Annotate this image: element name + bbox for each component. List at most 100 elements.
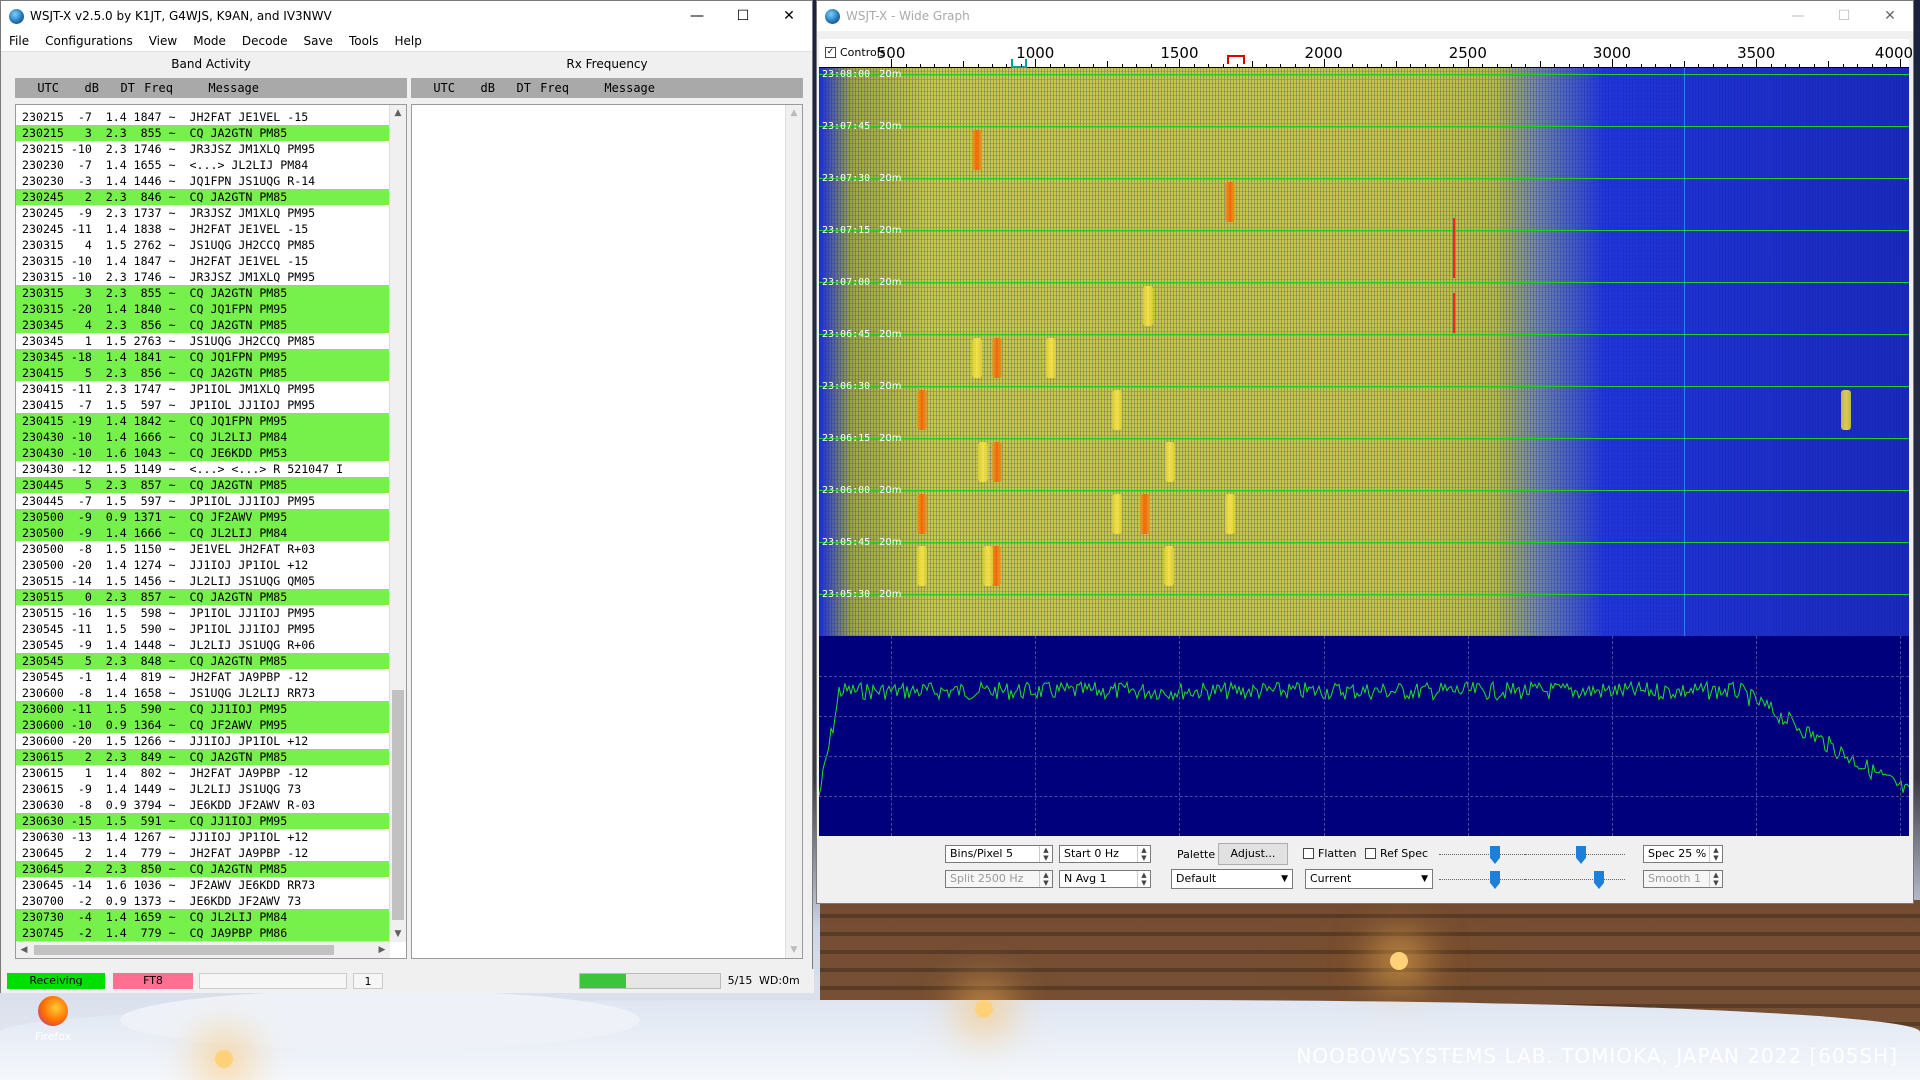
desktop-icon-firefox[interactable]: Firefox	[28, 996, 78, 1043]
decode-row-cq[interactable]: 230500 -9 1.4 1666 ~ CQ JL2LIJ PM84	[16, 525, 394, 541]
decode-row[interactable]: 230600 -20 1.5 1266 ~ JJ1IOJ JP1IOL +12	[16, 733, 394, 749]
rx-frequency-marker[interactable]	[1227, 55, 1245, 64]
menu-mode[interactable]: Mode	[185, 34, 234, 48]
decode-row[interactable]: 230600 -8 1.4 1658 ~ JS1UQG JL2LIJ RR73	[16, 685, 394, 701]
menu-decode[interactable]: Decode	[234, 34, 296, 48]
zero-slider-handle[interactable]	[1576, 846, 1586, 864]
scroll-up-icon[interactable]: ▲	[390, 105, 406, 121]
plot-gain-slider-handle[interactable]	[1490, 871, 1500, 889]
menu-configurations[interactable]: Configurations	[37, 34, 141, 48]
scroll-left-icon[interactable]: ◀	[16, 942, 32, 958]
checkbox-icon[interactable]	[1365, 848, 1376, 859]
rx-frequency-list[interactable]: ▲ ▼	[411, 104, 803, 959]
decode-row-cq[interactable]: 230245 2 2.3 846 ~ CQ JA2GTN PM85	[16, 189, 394, 205]
plot-zero-slider-handle[interactable]	[1594, 871, 1604, 889]
vertical-scrollbar[interactable]: ▲ ▼	[389, 105, 406, 942]
decode-row-cq[interactable]: 230545 5 2.3 848 ~ CQ JA2GTN PM85	[16, 653, 394, 669]
decode-row-cq[interactable]: 230345 4 2.3 856 ~ CQ JA2GTN PM85	[16, 317, 394, 333]
decode-row[interactable]: 230415 -11 2.3 1747 ~ JP1IOL JM1XLQ PM95	[16, 381, 394, 397]
decode-row-cq[interactable]: 230430 -10 1.4 1666 ~ CQ JL2LIJ PM84	[16, 429, 394, 445]
frequency-scale[interactable]: ✓ Controls 500 1000 1500 2000 2500 3000 3500 40…	[819, 39, 1913, 68]
decode-row[interactable]: 230515 -16 1.5 598 ~ JP1IOL JJ1IOJ PM95	[16, 605, 394, 621]
decode-row[interactable]: 230615 1 1.4 802 ~ JH2FAT JA9PBP -12	[16, 765, 394, 781]
decode-row[interactable]: 230230 -7 1.4 1655 ~ <...> JL2LIJ PM84	[16, 157, 394, 173]
decode-row-cq[interactable]: 230600 -11 1.5 590 ~ CQ JJ1IOJ PM95	[16, 701, 394, 717]
decode-row-cq[interactable]: 230315 -20 1.4 1840 ~ CQ JQ1FPN PM95	[16, 301, 394, 317]
decode-row[interactable]: 230230 -3 1.4 1446 ~ JQ1FPN JS1UQG R-14	[16, 173, 394, 189]
decode-row-cq[interactable]: 230445 5 2.3 857 ~ CQ JA2GTN PM85	[16, 477, 394, 493]
scroll-down-icon[interactable]: ▼	[786, 942, 802, 958]
decode-row[interactable]: 230215 -10 2.3 1746 ~ JR3JSZ JM1XLQ PM95	[16, 141, 394, 157]
menu-tools[interactable]: Tools	[341, 34, 387, 48]
close-icon[interactable]: ✕	[1867, 1, 1913, 31]
palette-dropdown[interactable]: Default ▼	[1171, 869, 1293, 889]
zero-slider[interactable]	[1525, 854, 1625, 856]
decode-row[interactable]: 230345 1 1.5 2763 ~ JS1UQG JH2CCQ PM85	[16, 333, 394, 349]
decode-row[interactable]: 230415 -7 1.5 597 ~ JP1IOL JJ1IOJ PM95	[16, 397, 394, 413]
ref-spec-checkbox[interactable]: Ref Spec	[1365, 847, 1428, 860]
decode-row-cq[interactable]: 230615 2 2.3 849 ~ CQ JA2GTN PM85	[16, 749, 394, 765]
scrollbar-thumb[interactable]	[392, 690, 404, 920]
waterfall-display[interactable]: 23:08:00 20m 23:07:45 20m 23:07:30 20m 23:07:1…	[819, 68, 1909, 636]
decode-row-cq[interactable]: 230415 5 2.3 856 ~ CQ JA2GTN PM85	[16, 365, 394, 381]
adjust-button[interactable]: Adjust...	[1218, 843, 1288, 865]
checkbox-icon[interactable]	[1303, 848, 1314, 859]
decode-row[interactable]: 230515 -14 1.5 1456 ~ JL2LIJ JS1UQG QM05	[16, 573, 394, 589]
decode-row-cq[interactable]: 230500 -9 0.9 1371 ~ CQ JF2AWV PM95	[16, 509, 394, 525]
decode-row-cq[interactable]: 230745 -2 1.4 779 ~ CQ JA9PBP PM86	[16, 925, 394, 941]
decode-row-cq[interactable]: 230515 0 2.3 857 ~ CQ JA2GTN PM85	[16, 589, 394, 605]
decode-row[interactable]: 230700 -2 0.9 1373 ~ JE6KDD JF2AWV 73	[16, 893, 394, 909]
decode-row-cq[interactable]: 230215 3 2.3 855 ~ CQ JA2GTN PM85	[16, 125, 394, 141]
decode-row[interactable]: 230500 -20 1.4 1274 ~ JJ1IOJ JP1IOL +12	[16, 557, 394, 573]
decode-row[interactable]: 230545 -9 1.4 1448 ~ JL2LIJ JS1UQG R+06	[16, 637, 394, 653]
close-icon[interactable]: ✕	[766, 1, 812, 31]
decode-row[interactable]: 230645 -14 1.6 1036 ~ JF2AWV JE6KDD RR73	[16, 877, 394, 893]
horizontal-scrollbar[interactable]: ◀ ▶	[16, 941, 390, 958]
n-avg-spinbox[interactable]: N Avg 1 ▲ ▼	[1059, 870, 1151, 888]
decode-row[interactable]: 230645 2 1.4 779 ~ JH2FAT JA9PBP -12	[16, 845, 394, 861]
decode-row[interactable]: 230315 -10 2.3 1746 ~ JR3JSZ JM1XLQ PM95	[16, 269, 394, 285]
menu-view[interactable]: View	[141, 34, 185, 48]
scroll-down-icon[interactable]: ▼	[390, 926, 406, 942]
decode-row-cq[interactable]: 230600 -10 0.9 1364 ~ CQ JF2AWV PM95	[16, 717, 394, 733]
decode-row[interactable]: 230245 -11 1.4 1838 ~ JH2FAT JE1VEL -15	[16, 221, 394, 237]
menu-file[interactable]: File	[1, 34, 37, 48]
decode-row[interactable]: 230445 -7 1.5 597 ~ JP1IOL JJ1IOJ PM95	[16, 493, 394, 509]
decode-row[interactable]: 230545 -11 1.5 590 ~ JP1IOL JJ1IOJ PM95	[16, 621, 394, 637]
decode-row[interactable]: 230630 -13 1.4 1267 ~ JJ1IOJ JP1IOL +12	[16, 829, 394, 845]
bins-per-pixel-spinbox[interactable]: Bins/Pixel 5 ▲ ▼	[945, 845, 1053, 863]
plot-zero-slider[interactable]	[1525, 879, 1625, 881]
spectrum-display[interactable]	[819, 636, 1909, 836]
decode-row-cq[interactable]: 230415 -19 1.4 1842 ~ CQ JQ1FPN PM95	[16, 413, 394, 429]
menu-help[interactable]: Help	[387, 34, 430, 48]
spin-arrows-icon[interactable]: ▲ ▼	[1137, 846, 1150, 862]
vertical-scrollbar[interactable]: ▲ ▼	[785, 105, 802, 958]
decode-row-cq[interactable]: 230645 2 2.3 850 ~ CQ JA2GTN PM85	[16, 861, 394, 877]
start-frequency-spinbox[interactable]: Start 0 Hz ▲ ▼	[1059, 845, 1151, 863]
maximize-icon[interactable]: ☐	[720, 1, 766, 31]
menu-save[interactable]: Save	[295, 34, 340, 48]
decode-row-cq[interactable]: 230430 -10 1.6 1043 ~ CQ JE6KDD PM53	[16, 445, 394, 461]
plot-gain-slider[interactable]	[1439, 879, 1531, 881]
maximize-icon[interactable]: ☐	[1821, 1, 1867, 31]
scrollbar-thumb[interactable]	[34, 945, 334, 955]
minimize-icon[interactable]: —	[674, 1, 720, 31]
spectrum-type-dropdown[interactable]: Current ▼	[1305, 869, 1433, 889]
minimize-icon[interactable]: —	[1775, 1, 1821, 31]
scroll-up-icon[interactable]: ▲	[786, 105, 802, 121]
spec-percent-spinbox[interactable]: Spec 25 % ▲ ▼	[1643, 845, 1723, 863]
decode-row[interactable]: 230315 4 1.5 2762 ~ JS1UQG JH2CCQ PM85	[16, 237, 394, 253]
spin-arrows-icon[interactable]: ▲ ▼	[1709, 846, 1722, 862]
gain-slider-handle[interactable]	[1490, 846, 1500, 864]
decode-row[interactable]: 230500 -8 1.5 1150 ~ JE1VEL JH2FAT R+03	[16, 541, 394, 557]
decode-row[interactable]: 230245 -9 2.3 1737 ~ JR3JSZ JM1XLQ PM95	[16, 205, 394, 221]
decode-row[interactable]: 230215 -7 1.4 1847 ~ JH2FAT JE1VEL -15	[16, 109, 394, 125]
gain-slider[interactable]	[1439, 854, 1531, 856]
decode-row[interactable]: 230545 -1 1.4 819 ~ JH2FAT JA9PBP -12	[16, 669, 394, 685]
band-activity-list[interactable]: 230215 -7 1.4 1847 ~ JH2FAT JE1VEL -15 23…	[15, 104, 407, 959]
decode-row[interactable]: 230630 -8 0.9 3794 ~ JE6KDD JF2AWV R-03	[16, 797, 394, 813]
spin-arrows-icon[interactable]: ▲ ▼	[1137, 871, 1150, 887]
decode-row-cq[interactable]: 230730 -4 1.4 1659 ~ CQ JL2LIJ PM84	[16, 909, 394, 925]
decode-row[interactable]: 230615 -9 1.4 1449 ~ JL2LIJ JS1UQG 73	[16, 781, 394, 797]
decode-row[interactable]: 230315 -10 1.4 1847 ~ JH2FAT JE1VEL -15	[16, 253, 394, 269]
